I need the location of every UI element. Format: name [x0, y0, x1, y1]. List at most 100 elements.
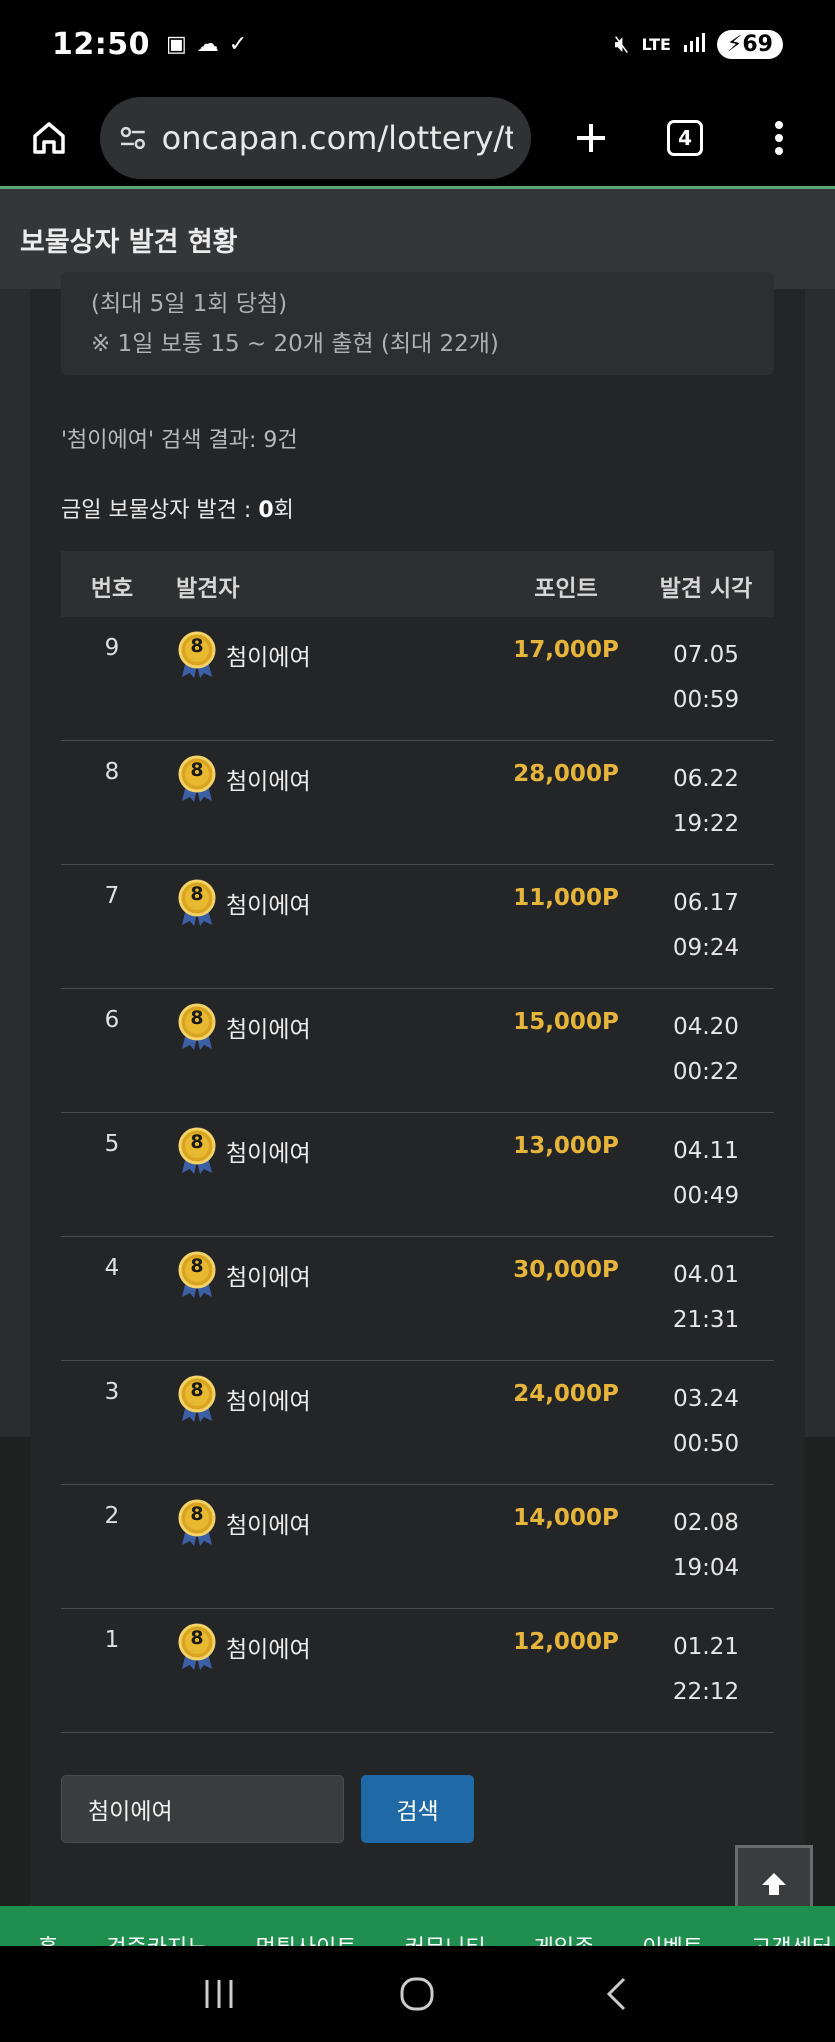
- home-button[interactable]: [20, 109, 78, 167]
- signal-icon: [683, 31, 705, 57]
- recent-apps-icon: [205, 1980, 233, 2008]
- site-nav-item[interactable]: 검증카지노: [106, 1930, 207, 1946]
- found-date: 07.05: [673, 642, 739, 668]
- row-found-time: 02.08 19:04: [638, 1501, 774, 1591]
- more-vert-icon: [775, 121, 784, 155]
- row-found-time: 06.17 09:24: [638, 881, 774, 971]
- search-result-summary: '첨이에여' 검색 결과: 9건: [61, 428, 298, 453]
- level-number: 8: [190, 1627, 204, 1649]
- status-time: 12:50: [52, 26, 150, 62]
- table-row: 7 8 첨이에여 11,000P 06.17 09:24: [61, 865, 774, 989]
- level-medal-icon: 8: [176, 879, 218, 927]
- site-settings-icon[interactable]: [118, 123, 148, 153]
- level-number: 8: [190, 759, 204, 781]
- row-found-time: 01.21 22:12: [638, 1625, 774, 1715]
- search-button[interactable]: 검색: [361, 1775, 474, 1843]
- found-clock: 19:22: [672, 811, 740, 837]
- level-number: 8: [190, 1255, 204, 1277]
- row-found-time: 04.20 00:22: [638, 1005, 774, 1095]
- level-medal-icon: 8: [176, 631, 218, 679]
- screenshot-icon: ▣: [166, 31, 187, 57]
- row-finder[interactable]: 8 첨이에여: [176, 1127, 311, 1175]
- plus-icon: [577, 124, 606, 152]
- home-nav-button[interactable]: [377, 1954, 457, 2034]
- found-date: 02.08: [673, 1510, 739, 1536]
- header-time: 발견 시각: [659, 576, 753, 602]
- row-finder[interactable]: 8 첨이에여: [176, 1499, 311, 1547]
- found-clock: 00:49: [672, 1183, 740, 1209]
- found-clock: 00:50: [672, 1431, 740, 1457]
- row-point: 13,000P: [513, 1133, 619, 1159]
- row-number: 4: [104, 1255, 120, 1281]
- page-title: 보물상자 발견 현황: [20, 226, 238, 258]
- row-found-time: 07.05 00:59: [638, 633, 774, 723]
- system-navigation-bar: [0, 1946, 835, 2042]
- row-number: 6: [104, 1007, 120, 1033]
- row-finder[interactable]: 8 첨이에여: [176, 1623, 311, 1671]
- row-point: 15,000P: [513, 1009, 619, 1035]
- row-number: 7: [104, 883, 120, 909]
- row-number: 1: [104, 1627, 120, 1653]
- row-found-time: 06.22 19:22: [638, 757, 774, 847]
- found-clock: 00:22: [672, 1059, 740, 1085]
- found-date: 06.22: [673, 766, 739, 792]
- level-number: 8: [190, 1503, 204, 1525]
- notification-app2-icon: ✓: [228, 31, 248, 57]
- row-finder[interactable]: 8 첨이에여: [176, 1375, 311, 1423]
- today-found-count: 금일 보물상자 발견 : 0회: [61, 492, 294, 524]
- level-medal-icon: 8: [176, 1499, 218, 1547]
- row-finder[interactable]: 8 첨이에여: [176, 631, 311, 679]
- row-found-time: 04.11 00:49: [638, 1129, 774, 1219]
- found-clock: 00:59: [672, 687, 740, 713]
- notice-line-1: (최대 5일 1회 당첨): [91, 291, 288, 317]
- header-point: 포인트: [534, 576, 598, 602]
- status-bar: 12:50 ▣ ☁ ✓ 🔇︎ LTE ⚡69: [0, 0, 835, 88]
- finder-name: 첨이에여: [226, 1141, 311, 1167]
- site-nav-item[interactable]: 커뮤니티: [405, 1930, 486, 1946]
- found-date: 04.11: [673, 1138, 739, 1164]
- row-finder[interactable]: 8 첨이에여: [176, 755, 311, 803]
- notice-line-2: ※ 1일 보통 15 ~ 20개 출현 (최대 22개): [91, 331, 499, 357]
- level-number: 8: [190, 1131, 204, 1153]
- site-nav-items: 홈 검증카지노 먹튀사이트 커뮤니티 게임존 이벤트 고객센터: [0, 1906, 835, 1946]
- row-number: 8: [104, 759, 120, 785]
- row-point: 28,000P: [513, 761, 619, 787]
- row-found-time: 04.01 21:31: [638, 1253, 774, 1343]
- new-tab-button[interactable]: [555, 102, 627, 174]
- table-header: 번호 발견자 포인트 발견 시각: [61, 551, 774, 617]
- site-nav-item[interactable]: 먹튀사이트: [255, 1930, 356, 1946]
- today-label: 금일 보물상자 발견 :: [61, 498, 252, 523]
- row-point: 12,000P: [513, 1629, 619, 1655]
- row-finder[interactable]: 8 첨이에여: [176, 1003, 311, 1051]
- url-text: oncapan.com/lottery/t: [161, 119, 514, 157]
- site-nav-item[interactable]: 고객센터: [751, 1930, 832, 1946]
- back-icon: [606, 1977, 625, 2011]
- finder-name: 첨이에여: [226, 1637, 311, 1663]
- mute-icon: 🔇︎: [614, 30, 630, 58]
- address-bar[interactable]: oncapan.com/lottery/t: [99, 97, 532, 179]
- row-number: 2: [104, 1503, 120, 1529]
- found-clock: 09:24: [672, 935, 740, 961]
- header-finder: 발견자: [176, 576, 240, 602]
- row-point: 30,000P: [513, 1257, 619, 1283]
- row-point: 11,000P: [513, 885, 619, 911]
- back-button[interactable]: [576, 1954, 656, 2034]
- row-number: 3: [104, 1379, 120, 1405]
- finder-name: 첨이에여: [226, 893, 311, 919]
- found-clock: 21:31: [672, 1307, 740, 1333]
- recent-apps-button[interactable]: [179, 1954, 259, 2034]
- site-nav-item[interactable]: 게임존: [534, 1930, 595, 1946]
- table-row: 4 8 첨이에여 30,000P 04.01 21:31: [61, 1237, 774, 1361]
- tab-switcher-button[interactable]: 4: [649, 102, 721, 174]
- row-finder[interactable]: 8 첨이에여: [176, 1251, 311, 1299]
- site-nav-item[interactable]: 이벤트: [642, 1930, 703, 1946]
- row-finder[interactable]: 8 첨이에여: [176, 879, 311, 927]
- site-bottom-nav: 홈 검증카지노 먹튀사이트 커뮤니티 게임존 이벤트 고객센터: [0, 1906, 835, 1946]
- table-row: 2 8 첨이에여 14,000P 02.08 19:04: [61, 1485, 774, 1609]
- battery-indicator: ⚡69: [716, 29, 783, 59]
- browser-menu-button[interactable]: [743, 102, 815, 174]
- search-input[interactable]: [61, 1775, 344, 1843]
- site-nav-item[interactable]: 홈: [38, 1930, 58, 1946]
- row-point: 17,000P: [513, 637, 619, 663]
- level-number: 8: [190, 1379, 204, 1401]
